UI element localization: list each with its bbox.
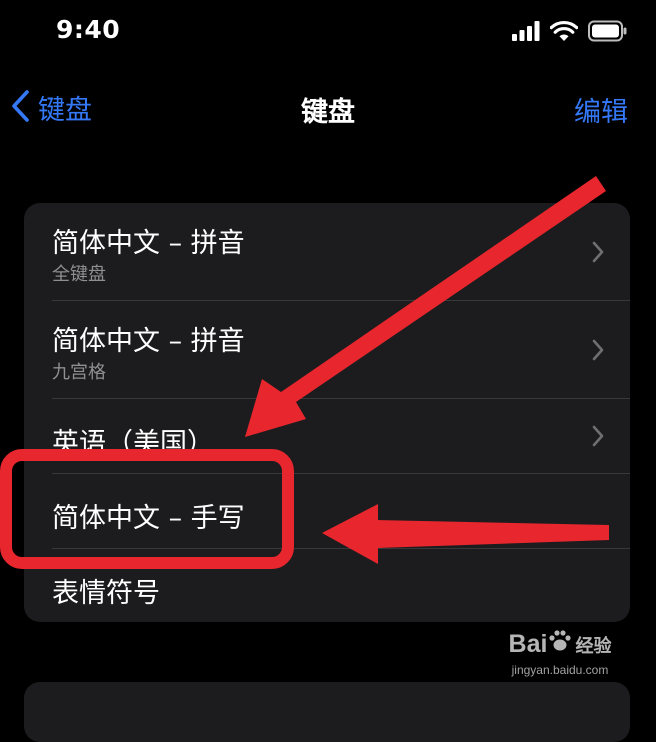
keyboard-row-title: 简体中文 – 拼音 <box>52 326 245 357</box>
keyboard-row-title: 简体中文 – 手写 <box>52 503 245 534</box>
chevron-right-icon <box>592 241 604 267</box>
watermark-url: jingyan.baidu.com <box>511 663 609 677</box>
paw-icon <box>547 628 573 661</box>
add-keyboard-group[interactable] <box>24 682 630 742</box>
keyboard-row-title: 英语（美国） <box>52 428 214 459</box>
keyboard-row-pinyin-full[interactable]: 简体中文 – 拼音 全键盘 <box>24 203 630 300</box>
keyboard-row-subtitle: 全键盘 <box>52 264 106 285</box>
status-icons <box>512 20 628 46</box>
chevron-right-icon <box>592 425 604 451</box>
battery-icon <box>588 20 628 46</box>
keyboard-row-english-us[interactable]: 英语（美国） <box>24 399 630 473</box>
watermark-logo: Bai 经验 <box>498 628 622 661</box>
keyboard-row-title: 简体中文 – 拼音 <box>52 228 245 259</box>
keyboard-row-handwriting[interactable]: 简体中文 – 手写 <box>24 474 630 548</box>
page-title: 键盘 <box>301 97 355 128</box>
navigation-bar: 键盘 键盘 编辑 <box>0 70 656 140</box>
keyboard-list: 简体中文 – 拼音 全键盘 简体中文 – 拼音 九宫格 英语（美国） 简体中文 … <box>24 203 630 622</box>
status-bar: 9:40 <box>0 0 656 62</box>
keyboard-row-title: 表情符号 <box>52 578 160 609</box>
watermark-logo-text: Bai <box>508 630 548 658</box>
edit-button[interactable]: 编辑 <box>574 90 628 129</box>
cellular-signal-icon <box>512 21 540 45</box>
chevron-right-icon <box>592 339 604 365</box>
watermark-logo-suffix: 经验 <box>575 635 612 656</box>
watermark: Bai 经验 jingyan.baidu.com <box>498 628 622 677</box>
wifi-icon <box>549 20 579 46</box>
keyboard-row-emoji[interactable]: 表情符号 <box>24 549 630 622</box>
status-time: 9:40 <box>56 15 121 44</box>
keyboard-row-pinyin-9key[interactable]: 简体中文 – 拼音 九宫格 <box>24 301 630 398</box>
keyboard-row-subtitle: 九宫格 <box>52 362 106 383</box>
